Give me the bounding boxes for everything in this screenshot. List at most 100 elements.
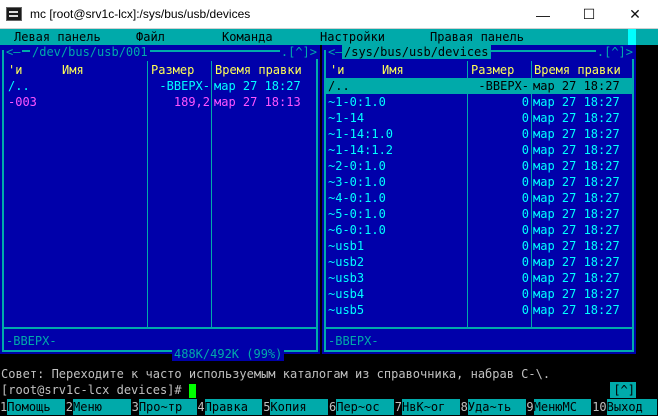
command-history-button[interactable]: [^] bbox=[610, 382, 638, 398]
fkey-label: Про~тр bbox=[138, 399, 197, 415]
right-file-mtime: мар 27 18:27 bbox=[533, 239, 620, 253]
menu-file[interactable]: Файл bbox=[136, 30, 165, 44]
right-file-mtime: мар 27 18:27 bbox=[533, 223, 620, 237]
right-file-row[interactable]: ~usb3 0 мар 27 18:27 bbox=[326, 270, 632, 286]
right-file-row[interactable]: ~1-14:1.0 0 мар 27 18:27 bbox=[326, 126, 632, 142]
right-mini-separator bbox=[326, 327, 632, 329]
right-file-size: 0 bbox=[521, 287, 529, 301]
right-file-row[interactable]: ~1-14:1.2 0 мар 27 18:27 bbox=[326, 142, 632, 158]
fkey-number: 8 bbox=[460, 400, 468, 414]
right-file-row[interactable]: ~5-0:1.0 0 мар 27 18:27 bbox=[326, 206, 632, 222]
close-button[interactable]: ✕ bbox=[612, 0, 658, 29]
fkey-number: 10 bbox=[592, 400, 607, 414]
left-col-sort[interactable]: 'и bbox=[8, 62, 22, 78]
right-file-size: 0 bbox=[521, 271, 529, 285]
right-file-name: ~4-0:1.0 bbox=[328, 191, 386, 205]
fkey-number: 5 bbox=[263, 400, 271, 414]
right-file-size: 0 bbox=[521, 255, 529, 269]
fkey-1[interactable]: 1Помощь bbox=[0, 399, 66, 415]
right-file-row[interactable]: ~1-14 0 мар 27 18:27 bbox=[326, 110, 632, 126]
left-col-name[interactable]: Имя bbox=[62, 62, 84, 78]
right-file-row[interactable]: ~3-0:1.0 0 мар 27 18:27 bbox=[326, 174, 632, 190]
fkey-label: Пер~ос bbox=[336, 399, 395, 415]
fkey-7[interactable]: 7НвК~ог bbox=[394, 399, 461, 415]
right-file-mtime: мар 27 18:27 bbox=[533, 255, 620, 269]
fkey-4[interactable]: 4Правка bbox=[197, 399, 263, 415]
minimize-button[interactable]: — bbox=[520, 0, 566, 29]
right-file-row[interactable]: /.. -ВВЕРХ-мар 27 18:27 bbox=[326, 78, 632, 94]
fkey-3[interactable]: 3Про~тр bbox=[131, 399, 198, 415]
left-file-size: -ВВЕРХ- bbox=[159, 79, 210, 93]
left-col-size[interactable]: Размер bbox=[151, 62, 194, 78]
right-file-row[interactable]: ~usb2 0 мар 27 18:27 bbox=[326, 254, 632, 270]
right-file-mtime: мар 27 18:27 bbox=[533, 143, 620, 157]
left-panel-corner-left[interactable]: <– bbox=[4, 45, 23, 59]
left-panel-corner[interactable]: .[^]> bbox=[279, 45, 318, 59]
left-disk-space: 488K/492K (99%) bbox=[172, 347, 285, 361]
fkey-5[interactable]: 5Копия bbox=[263, 399, 329, 415]
menu-command[interactable]: Команда bbox=[222, 30, 273, 44]
right-file-row[interactable]: ~usb1 0 мар 27 18:27 bbox=[326, 238, 632, 254]
fkey-label: Выход bbox=[606, 399, 658, 415]
left-file-row[interactable]: -003 189,2 мар 27 18:13 bbox=[4, 94, 314, 110]
window-title: mc [root@srv1c-lcx]:/sys/bus/usb/devices bbox=[30, 7, 251, 21]
right-file-row[interactable]: ~1-0:1.0 0 мар 27 18:27 bbox=[326, 94, 632, 110]
left-mini-status: -ВВЕРХ- bbox=[6, 334, 57, 348]
fkey-number: 4 bbox=[197, 400, 205, 414]
menu-left-panel[interactable]: Левая панель bbox=[14, 30, 101, 44]
right-file-mtime: мар 27 18:27 bbox=[533, 127, 620, 141]
right-file-row[interactable]: ~2-0:1.0 0 мар 27 18:27 bbox=[326, 158, 632, 174]
left-mini-separator bbox=[4, 327, 316, 329]
right-file-size: 0 bbox=[521, 239, 529, 253]
left-col-mtime[interactable]: Время правки bbox=[215, 62, 302, 78]
right-file-mtime: мар 27 18:27 bbox=[533, 271, 620, 285]
right-file-row[interactable]: ~4-0:1.0 0 мар 27 18:27 bbox=[326, 190, 632, 206]
right-panel-path: /sys/bus/usb/devices bbox=[342, 45, 491, 59]
fkey-10[interactable]: 10Выход bbox=[592, 399, 658, 415]
right-panel-corner[interactable]: .[^]> bbox=[595, 45, 634, 59]
right-col-size[interactable]: Размер bbox=[471, 62, 514, 78]
right-file-mtime: мар 27 18:27 bbox=[533, 111, 620, 125]
right-file-row[interactable]: ~6-0:1.0 0 мар 27 18:27 bbox=[326, 222, 632, 238]
right-panel[interactable]: <– /sys/bus/usb/devices .[^]> 'и Имя Раз… bbox=[322, 45, 636, 354]
right-file-size: -ВВЕРХ- bbox=[478, 79, 529, 93]
right-col-mtime[interactable]: Время правки bbox=[534, 62, 621, 78]
window-titlebar: mc [root@srv1c-lcx]:/sys/bus/usb/devices… bbox=[0, 0, 658, 29]
fkey-2[interactable]: 2Меню bbox=[65, 399, 132, 415]
menu-settings[interactable]: Настройки bbox=[320, 30, 385, 44]
right-file-size: 0 bbox=[521, 303, 529, 317]
fkey-6[interactable]: 6Пер~ос bbox=[329, 399, 395, 415]
right-file-name: ~usb4 bbox=[328, 287, 365, 301]
fkey-number: 9 bbox=[526, 400, 534, 414]
fkey-label: НвК~ог bbox=[402, 399, 460, 415]
left-file-name: -003 bbox=[8, 95, 37, 109]
hint-line: Совет: Переходите к часто используемым к… bbox=[1, 367, 551, 381]
fkey-8[interactable]: 8Уда~ть bbox=[460, 399, 527, 415]
fkey-label: Правка bbox=[204, 399, 263, 415]
fkey-9[interactable]: 9МенюMC bbox=[526, 399, 592, 415]
fkey-number: 7 bbox=[394, 400, 403, 414]
right-col-sort[interactable]: 'и bbox=[330, 62, 344, 78]
fkey-label: Меню bbox=[73, 399, 131, 415]
command-line[interactable]: [root@srv1c-lcx devices]# bbox=[0, 382, 658, 398]
left-file-row[interactable]: /.. -ВВЕРХ-мар 27 18:27 bbox=[4, 78, 314, 94]
right-file-mtime: мар 27 18:27 bbox=[533, 303, 620, 317]
right-file-mtime: мар 27 18:27 bbox=[533, 159, 620, 173]
right-file-size: 0 bbox=[521, 159, 529, 173]
maximize-button[interactable]: ☐ bbox=[566, 0, 612, 29]
fkey-label: Помощь bbox=[7, 399, 66, 415]
menu-right-panel[interactable]: Правая панель bbox=[430, 30, 524, 44]
fkey-number: 6 bbox=[329, 400, 337, 414]
right-file-size: 0 bbox=[521, 223, 529, 237]
shell-prompt: [root@srv1c-lcx devices]# bbox=[1, 383, 182, 397]
right-file-row[interactable]: ~usb4 0 мар 27 18:27 bbox=[326, 286, 632, 302]
right-col-name[interactable]: Имя bbox=[382, 62, 404, 78]
left-panel[interactable]: <– /dev/bus/usb/001 .[^]> 'и Имя Размер … bbox=[0, 45, 320, 361]
left-panel-path: /dev/bus/usb/001 bbox=[30, 45, 150, 59]
right-file-size: 0 bbox=[521, 111, 529, 125]
fkey-number: 1 bbox=[0, 400, 8, 414]
right-file-mtime: мар 27 18:27 bbox=[533, 79, 620, 93]
right-file-row[interactable]: ~usb5 0 мар 27 18:27 bbox=[326, 302, 632, 318]
terminal-scroll-gutter bbox=[636, 45, 658, 399]
left-file-mtime: мар 27 18:13 bbox=[214, 95, 301, 109]
